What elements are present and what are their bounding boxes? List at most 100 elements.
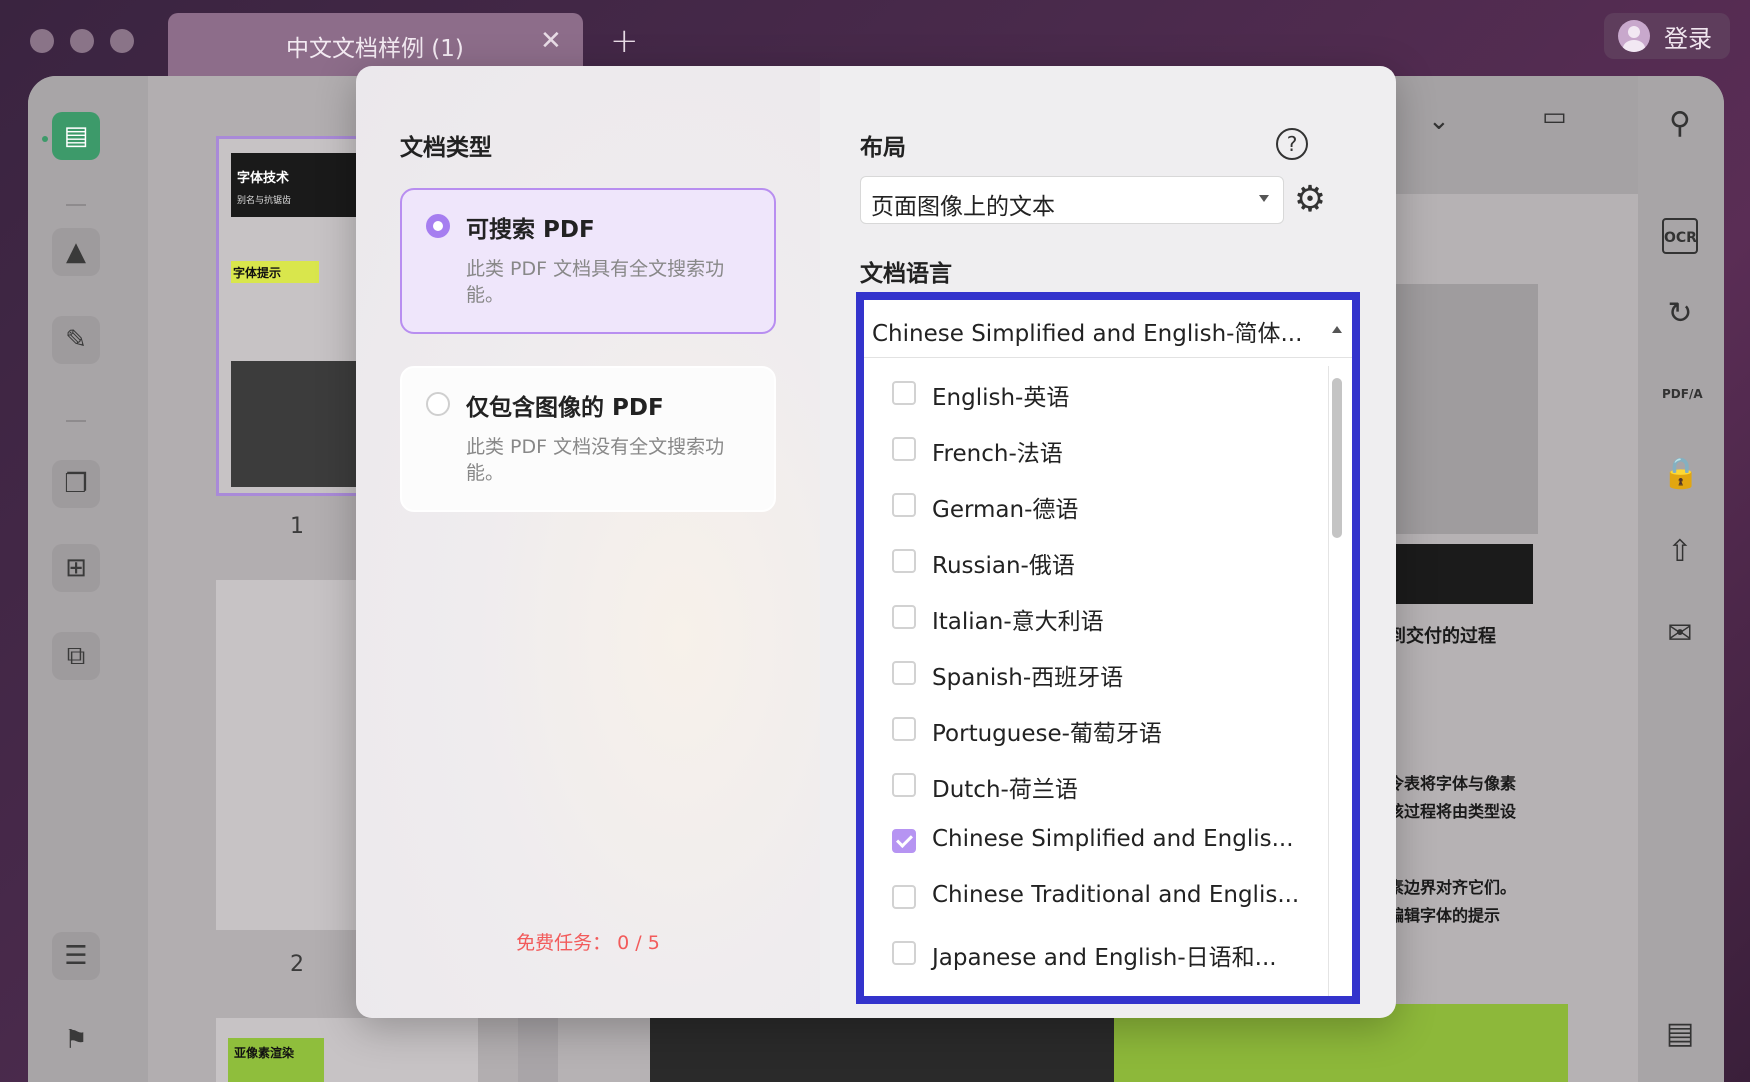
language-checkbox[interactable] (892, 717, 916, 741)
help-icon[interactable]: ? (1276, 128, 1308, 160)
language-option[interactable]: English-英语 (864, 366, 1324, 422)
avatar-icon (1618, 20, 1650, 52)
language-option-label: Japanese and English-日语和... (932, 945, 1277, 971)
layout-select[interactable]: 页面图像上的文本 (860, 176, 1284, 224)
edit-text-icon[interactable]: ✎ (52, 316, 100, 364)
page-text-line: 编辑字体的提示 (1388, 906, 1501, 925)
language-checkbox[interactable] (892, 885, 916, 909)
gear-icon[interactable]: ⚙ (1290, 180, 1330, 220)
layers-icon[interactable]: ☰ (52, 932, 100, 980)
language-option[interactable]: French-法语 (864, 422, 1324, 478)
convert-file-icon[interactable]: ↻ (1662, 296, 1698, 332)
tab-title: 中文文档样例 (1) (286, 36, 464, 62)
present-icon[interactable]: ▭ (1542, 102, 1567, 132)
scrollbar-thumb[interactable] (1332, 378, 1342, 538)
left-toolbar: ▤ ▲ ✎ ❐ ⊞ ⧉ ☰ ⚑ (28, 76, 148, 1082)
page-number-2: 2 (290, 952, 304, 977)
thumb-subheading: 别名与抗锯齿 (237, 196, 292, 206)
new-tab-button[interactable]: + (610, 24, 639, 58)
active-indicator (42, 136, 48, 142)
divider (66, 420, 86, 422)
language-checkbox[interactable] (892, 829, 916, 853)
page-dark-image (1388, 544, 1533, 604)
bookmark-icon[interactable]: ⚑ (52, 1016, 100, 1064)
language-option[interactable]: Spanish-西班牙语 (864, 646, 1324, 702)
language-option-label: German-德语 (932, 497, 1079, 523)
page-thumbnail-3[interactable]: 亚像素渲染 (216, 1018, 478, 1082)
language-checkbox[interactable] (892, 941, 916, 965)
option-title: 仅包含图像的 PDF (466, 395, 664, 421)
reader-mode-icon[interactable]: ▤ (52, 112, 100, 160)
language-option[interactable]: Italian-意大利语 (864, 590, 1324, 646)
minimize-window-button[interactable] (70, 29, 94, 53)
search-icon[interactable]: ⚲ (1662, 106, 1698, 142)
scrollbar-track[interactable] (1328, 366, 1329, 996)
language-checkbox[interactable] (892, 773, 916, 797)
share-icon[interactable]: ⇧ (1662, 534, 1698, 570)
download-icon[interactable]: ⌄ (1428, 106, 1450, 136)
thumb-heading: 字体技术 (237, 171, 290, 186)
language-option[interactable]: German-德语 (864, 478, 1324, 534)
language-value: Chinese Simplified and English-简体... (872, 321, 1303, 347)
right-toolbar: ⚲ OCR ↻ PDF/A 🔒 ⇧ ✉ ▤ (1638, 76, 1724, 1082)
language-checkbox[interactable] (892, 661, 916, 685)
language-checkbox[interactable] (892, 605, 916, 629)
language-option[interactable]: Dutch-荷兰语 (864, 758, 1324, 814)
language-checkbox[interactable] (892, 549, 916, 573)
email-icon[interactable]: ✉ (1662, 616, 1698, 652)
language-option-label: Russian-俄语 (932, 553, 1075, 579)
page-text-line: 令表将字体与像素 (1388, 774, 1517, 793)
option-desc: 此类 PDF 文档具有全文搜索功能。 (466, 258, 725, 306)
language-option-label: Chinese Simplified and Englis... (932, 826, 1294, 852)
language-option-label: English-英语 (932, 385, 1070, 411)
chevron-up-icon (1332, 326, 1342, 333)
language-checkbox[interactable] (892, 381, 916, 405)
searchable-pdf-option[interactable]: 可搜索 PDF 此类 PDF 文档具有全文搜索功能。 (400, 188, 776, 334)
option-title: 可搜索 PDF (466, 217, 595, 243)
thumb-green-block: 亚像素渲染 (228, 1038, 324, 1082)
language-list: English-英语 French-法语 German-德语 Russian-俄语 It… (864, 366, 1324, 1000)
radio-image-only[interactable] (426, 392, 450, 416)
settings-panel: 布局 ? 页面图像上的文本 ⚙ 文档语言 Chinese Simplified … (820, 66, 1396, 1018)
language-option-label: Portuguese-葡萄牙语 (932, 721, 1162, 747)
language-option[interactable]: Portuguese-葡萄牙语 (864, 702, 1324, 758)
thumb-section: 字体提示 (233, 266, 282, 280)
page-number-1: 1 (290, 514, 304, 539)
language-option[interactable]: Japanese and English-日语和... (864, 926, 1324, 982)
pdfa-icon[interactable]: PDF/A (1662, 376, 1703, 412)
doc-type-label: 文档类型 (400, 135, 492, 161)
thumb-section-block: 字体提示 (231, 261, 319, 283)
divider (66, 204, 86, 206)
comment-icon[interactable]: ▤ (1662, 1016, 1698, 1052)
language-option-label: Spanish-西班牙语 (932, 665, 1124, 691)
login-label: 登录 (1664, 24, 1712, 53)
language-option[interactable]: Chinese Simplified and Englis... (864, 814, 1324, 870)
close-window-button[interactable] (30, 29, 54, 53)
language-option[interactable]: Chinese Traditional and Englis... (864, 870, 1324, 926)
language-option-label: Dutch-荷兰语 (932, 777, 1078, 803)
language-checkbox[interactable] (892, 493, 916, 517)
language-dropdown[interactable]: Chinese Simplified and English-简体... Eng… (856, 292, 1360, 1004)
image-only-pdf-option[interactable]: 仅包含图像的 PDF 此类 PDF 文档没有全文搜索功能。 (400, 366, 776, 512)
tab-close-icon[interactable]: ✕ (540, 27, 562, 55)
free-tasks-counter: 免费任务： 0 / 5 (516, 932, 660, 954)
page-image (1388, 284, 1538, 534)
zoom-window-button[interactable] (110, 29, 134, 53)
ocr-dialog: 文档类型 可搜索 PDF 此类 PDF 文档具有全文搜索功能。 仅包含图像的 P… (356, 66, 1396, 1018)
protect-icon[interactable]: 🔒 (1662, 456, 1699, 492)
organize-pages-icon[interactable]: ❐ (52, 460, 100, 508)
login-button[interactable]: 登录 (1604, 13, 1730, 59)
ocr-icon[interactable]: OCR (1662, 218, 1698, 254)
language-select[interactable]: Chinese Simplified and English-简体... (864, 300, 1352, 358)
layout-label: 布局 (860, 135, 906, 161)
language-option-label: Italian-意大利语 (932, 609, 1104, 635)
language-checkbox[interactable] (892, 437, 916, 461)
chevron-down-icon (1259, 195, 1269, 202)
language-option[interactable]: Russian-俄语 (864, 534, 1324, 590)
crop-icon[interactable]: ⊞ (52, 544, 100, 592)
layout-value: 页面图像上的文本 (871, 194, 1055, 220)
page-text-line: 该过程将由类型设 (1388, 802, 1517, 821)
radio-searchable[interactable] (426, 214, 450, 238)
convert-icon[interactable]: ⧉ (52, 632, 100, 680)
highlighter-icon[interactable]: ▲ (52, 228, 100, 276)
